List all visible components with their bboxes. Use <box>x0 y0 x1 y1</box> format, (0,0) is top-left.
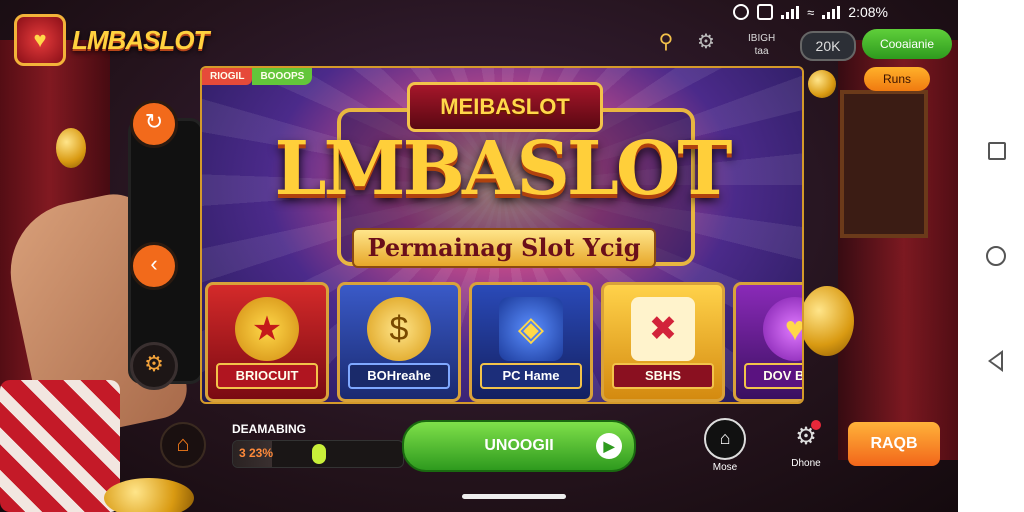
orange-action-pill[interactable]: Runs <box>864 67 930 91</box>
play-cta-button[interactable]: UNOOGII ▶ <box>402 420 636 472</box>
signal-icon <box>781 5 800 19</box>
recents-icon[interactable] <box>988 142 1006 160</box>
home-circle-icon[interactable] <box>986 246 1006 266</box>
orange-button[interactable]: RAQB <box>848 422 940 466</box>
progress-label: DEAMABING <box>232 422 306 436</box>
alarm-icon <box>733 4 750 20</box>
star-emblem-icon: ★ <box>235 297 299 361</box>
back-arrow-button[interactable]: ‹ <box>130 242 178 290</box>
green-action-pill[interactable]: Cooaianie <box>862 29 952 59</box>
game-cards: ★ BRIOCUIT $ BOHreahe ◈ PC Hame ✖ SBHS ♥… <box>205 282 802 402</box>
banner-title: LMBASLOT <box>274 126 733 212</box>
brand-name: LMBASLOT <box>72 24 209 55</box>
settings-gear-icon[interactable]: ⚙ <box>694 30 718 54</box>
banner-subtitle: Permainag Slot Ycig <box>352 228 656 268</box>
home-icon: ⌂ <box>704 418 746 460</box>
game-card-label: DOV Boail <box>744 363 802 389</box>
coin-decoration <box>800 286 854 356</box>
progress-knob[interactable] <box>312 444 327 464</box>
game-card[interactable]: ♥ DOV Boail <box>733 282 802 402</box>
game-card[interactable]: ◈ PC Hame <box>469 282 593 402</box>
status-time: 2:08% <box>848 4 888 20</box>
gift-box-illustration <box>0 380 120 512</box>
banner-tag-left[interactable]: RIOGIL <box>202 68 253 85</box>
banner-tag-right[interactable]: BOOOPS <box>252 68 313 85</box>
heart-gem-icon: ♥ <box>763 297 802 361</box>
game-card-label: BRIOCUIT <box>216 363 318 389</box>
nav-home-label: Mose <box>712 462 738 473</box>
house-button[interactable]: ⌂ <box>160 422 206 468</box>
banner-tags: RIOGIL BOOOPS <box>202 68 313 85</box>
game-screen: ≈ 2:08% ♥ LMBASLOT ⚲ ⚙ IBIGH taa 20K Coo… <box>0 0 958 512</box>
nav-settings[interactable]: ⚙ Dhone <box>776 418 836 469</box>
home-indicator[interactable] <box>462 494 566 499</box>
progress-bar: 3 23% <box>232 440 404 468</box>
coin-decoration <box>104 478 194 512</box>
status-bar: ≈ 2:08% <box>733 2 888 22</box>
game-card-label: PC Hame <box>480 363 582 389</box>
brand-logo-icon: ♥ <box>14 14 66 66</box>
gear-icon: ⚙ <box>787 418 825 456</box>
cta-label: UNOOGII <box>484 437 554 454</box>
brand[interactable]: ♥ LMBASLOT <box>14 14 209 66</box>
game-card[interactable]: ✖ SBHS <box>601 282 725 402</box>
sim-icon <box>757 4 774 20</box>
banner-crest: MEIBASLOT <box>407 82 603 132</box>
bottom-bar: ⌂ DEAMABING 3 23% UNOOGII ▶ ⌂ Mose ⚙ Dho… <box>150 412 958 476</box>
nav-home[interactable]: ⌂ Mose <box>695 418 755 473</box>
refresh-button[interactable]: ↻ <box>130 100 178 148</box>
back-icon[interactable] <box>988 350 1003 372</box>
search-icon[interactable]: ⚲ <box>654 30 678 54</box>
game-card-label: BOHreahe <box>348 363 450 389</box>
mini-label-line2: taa <box>754 46 769 57</box>
mini-label-line1: IBIGH <box>748 33 776 44</box>
settings-side-button[interactable]: ⚙ <box>130 342 178 390</box>
top-icons: ⚲ ⚙ <box>654 30 718 54</box>
hero-banner[interactable]: RIOGIL BOOOPS MEIBASLOT LMBASLOT Permain… <box>200 66 804 404</box>
game-card-label: SBHS <box>612 363 714 389</box>
game-card[interactable]: $ BOHreahe <box>337 282 461 402</box>
signal-icon-2 <box>822 5 841 19</box>
coin-decoration <box>808 70 836 98</box>
shield-badge-icon: ◈ <box>499 297 563 361</box>
coin-decoration <box>56 128 86 168</box>
gold-coin-icon: $ <box>367 297 431 361</box>
play-icon: ▶ <box>596 433 622 459</box>
wifi-icon: ≈ <box>807 4 815 20</box>
progress-value: 3 23% <box>239 446 274 460</box>
background-shelf <box>840 90 928 238</box>
slot-reel-icon: ✖ <box>631 297 695 361</box>
top-mini-label: IBIGH taa <box>748 32 775 58</box>
notification-dot <box>811 420 821 430</box>
nav-settings-label: Dhone <box>791 458 821 469</box>
game-card[interactable]: ★ BRIOCUIT <box>205 282 329 402</box>
balance-pill[interactable]: 20K <box>800 31 856 61</box>
green-pill-label: Cooaianie <box>879 37 935 51</box>
